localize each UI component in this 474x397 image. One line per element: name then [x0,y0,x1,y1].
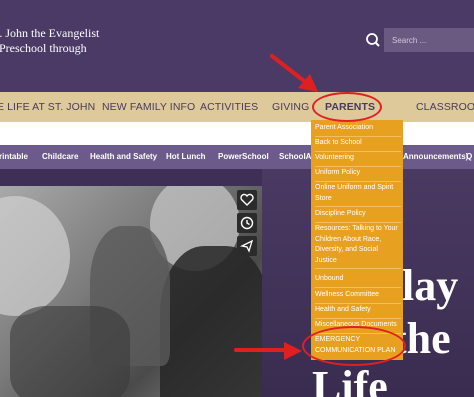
menu-item-wellness-committee[interactable]: Wellness Committee [315,290,401,304]
heart-icon[interactable] [237,190,257,210]
parents-dropdown-menu: Parent Association Back to School Volunt… [311,120,403,360]
subnav-overflow[interactable]: Q [466,145,472,169]
clock-icon[interactable] [237,213,257,233]
menu-item-unbound[interactable]: Unbound [315,274,401,288]
arrow-to-emergency-plan-icon [234,342,302,360]
highlight-oval-emergency-plan [302,326,406,366]
menu-item-health-and-safety[interactable]: Health and Safety [315,305,401,319]
subnav-announcements[interactable]: Announcements) [403,145,468,169]
menu-item-online-uniform-store[interactable]: Online Uniform and Spirit Store [315,183,401,207]
arrow-to-parents-icon [270,54,318,92]
highlight-oval-parents [312,92,382,122]
subnav-printable[interactable]: rintable [0,145,28,169]
nav-life-at-st-john[interactable]: E LIFE AT ST. JOHN [0,92,95,122]
search-icon[interactable] [362,29,384,51]
subnav-hot-lunch[interactable]: Hot Lunch [166,145,206,169]
site-title[interactable]: t. John the Evangelist [0,26,99,41]
search-input[interactable] [384,28,474,52]
hero-heading-line1: lay [402,261,459,310]
site-header: t. John the Evangelist Preschool through [0,0,474,92]
menu-item-discipline-policy[interactable]: Discipline Policy [315,209,401,223]
subnav-health-and-safety[interactable]: Health and Safety [90,145,157,169]
subnav-childcare[interactable]: Childcare [42,145,78,169]
site-tagline: Preschool through [0,41,87,55]
menu-item-volunteering[interactable]: Volunteering [315,153,401,167]
nav-classroom[interactable]: CLASSROOM [416,92,474,122]
menu-item-parent-association[interactable]: Parent Association [315,123,401,137]
hero-photo [0,186,262,397]
nav-activities[interactable]: ACTIVITIES [200,92,258,122]
menu-item-back-to-school[interactable]: Back to School [315,138,401,152]
main-nav: E LIFE AT ST. JOHN NEW FAMILY INFO ACTIV… [0,92,474,122]
send-icon[interactable] [237,236,257,256]
nav-giving[interactable]: GIVING [272,92,309,122]
subnav-powerschool[interactable]: PowerSchool [218,145,269,169]
menu-item-resources-race-diversity[interactable]: Resources: Talking to Your Children Abou… [315,224,401,269]
hero-heading-line3: Life [312,362,388,397]
menu-item-uniform-policy[interactable]: Uniform Policy [315,168,401,182]
nav-new-family-info[interactable]: NEW FAMILY INFO [102,92,195,122]
